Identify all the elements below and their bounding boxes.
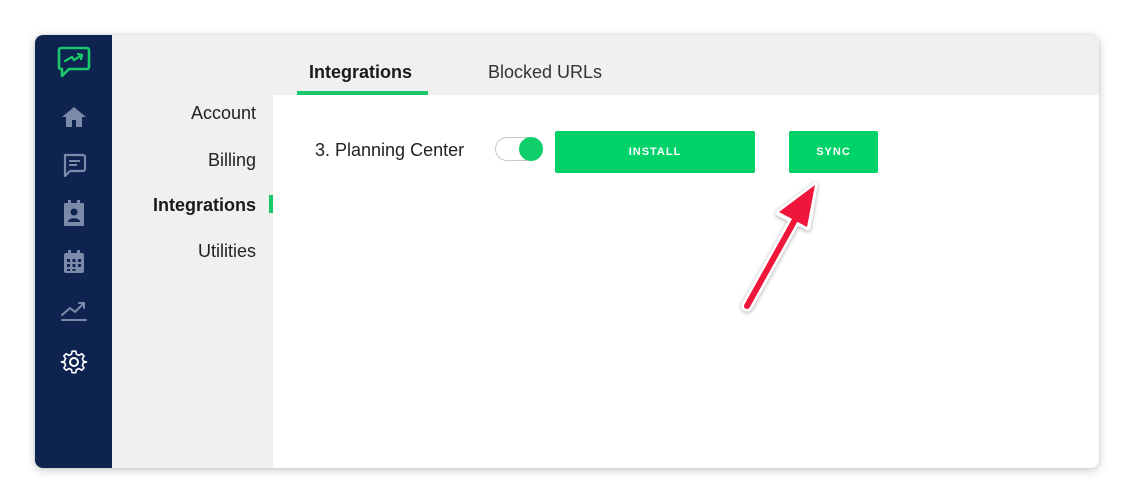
- integration-name: 3. Planning Center: [315, 140, 465, 160]
- tab-integrations[interactable]: Integrations: [309, 62, 412, 83]
- calendar-icon[interactable]: [35, 249, 112, 275]
- subnav-item-utilities[interactable]: Utilities: [198, 241, 256, 262]
- tab-bar: Integrations Blocked URLs: [273, 35, 1099, 95]
- chat-bolt-logo-icon[interactable]: [35, 45, 112, 79]
- contacts-icon[interactable]: [35, 200, 112, 228]
- subnav-item-account[interactable]: Account: [191, 103, 256, 124]
- subnav-item-integrations[interactable]: Integrations: [153, 195, 256, 216]
- integration-toggle[interactable]: [495, 137, 543, 161]
- messages-icon[interactable]: [35, 152, 112, 178]
- settings-icon[interactable]: [35, 348, 112, 376]
- tab-blocked-urls[interactable]: Blocked URLs: [488, 62, 602, 83]
- toggle-knob: [519, 137, 543, 161]
- integrations-panel: 3. Planning Center INSTALL SYNC: [273, 95, 1099, 468]
- app-window: Account Billing Integrations Utilities I…: [35, 35, 1099, 468]
- settings-subnav: Account Billing Integrations Utilities: [112, 35, 273, 468]
- analytics-icon[interactable]: [35, 299, 112, 323]
- sync-button[interactable]: SYNC: [789, 131, 878, 173]
- main-sidebar: [35, 35, 112, 468]
- install-button[interactable]: INSTALL: [555, 131, 755, 173]
- subnav-item-billing[interactable]: Billing: [208, 150, 256, 171]
- home-icon[interactable]: [35, 105, 112, 129]
